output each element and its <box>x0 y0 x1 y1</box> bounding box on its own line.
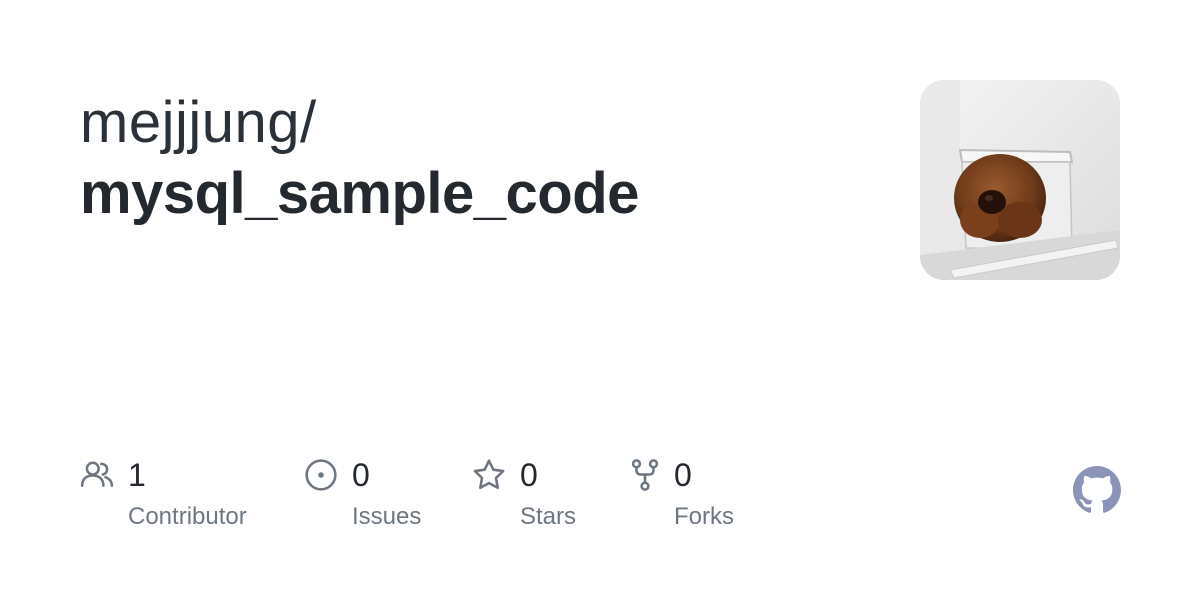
people-icon <box>80 461 114 487</box>
repo-social-card: mejjjung/ mysql_sample_code 1 Contributo… <box>0 0 1200 600</box>
contributors-label: Contributor <box>128 503 247 530</box>
issue-icon <box>305 459 337 491</box>
stars-count: 0 <box>520 457 538 493</box>
stat-issues[interactable]: 0 Issues <box>304 456 454 546</box>
issues-label: Issues <box>352 503 422 530</box>
forks-count: 0 <box>674 457 692 493</box>
contributors-count: 1 <box>128 457 146 493</box>
repo-title-block: mejjjung/ mysql_sample_code <box>80 88 880 230</box>
repo-owner[interactable]: mejjjung/ <box>80 88 880 158</box>
avatar-dog-image <box>920 80 1120 280</box>
stars-label: Stars <box>520 503 577 530</box>
github-logo-icon[interactable] <box>1073 466 1121 514</box>
stat-contributors[interactable]: 1 Contributor <box>80 456 280 546</box>
repo-name[interactable]: mysql_sample_code <box>80 158 880 230</box>
star-icon <box>473 459 505 490</box>
owner-avatar[interactable] <box>920 80 1120 280</box>
stat-stars[interactable]: 0 Stars <box>472 456 612 546</box>
fork-icon <box>631 459 659 491</box>
forks-label: Forks <box>674 503 734 530</box>
issues-count: 0 <box>352 457 370 493</box>
stat-forks[interactable]: 0 Forks <box>628 456 768 546</box>
